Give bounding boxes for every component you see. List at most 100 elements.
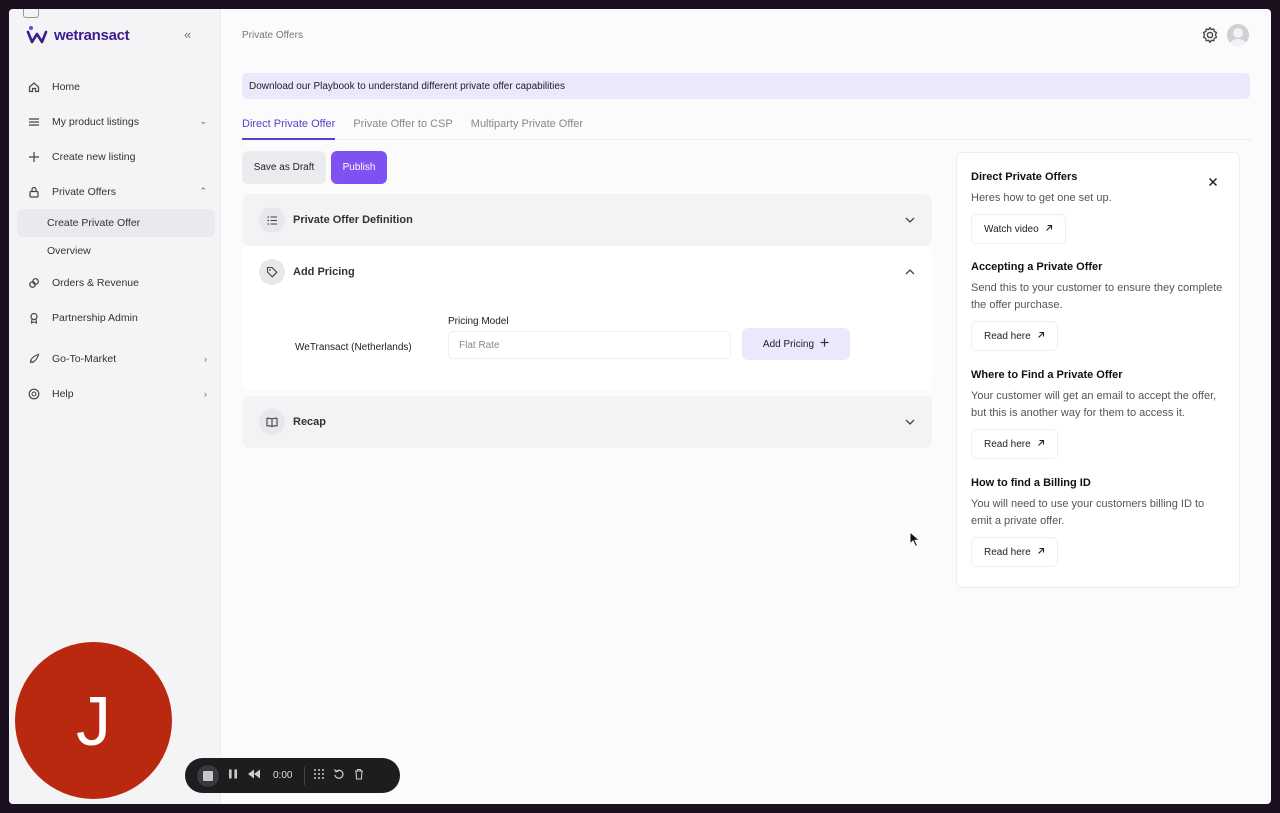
chevron-down-icon[interactable]	[904, 213, 916, 231]
help-section-billing-id: How to find a Billing ID You will need t…	[971, 477, 1227, 567]
recording-time: 0:00	[273, 770, 293, 781]
read-here-button[interactable]: Read here	[971, 321, 1058, 351]
chevron-down-icon: ⌄	[199, 116, 207, 126]
help-intro: Direct Private Offers Heres how to get o…	[971, 171, 1227, 244]
section-title: Private Offer Definition	[293, 214, 413, 226]
list-icon	[259, 207, 285, 233]
restart-icon[interactable]	[333, 767, 345, 785]
sidebar-item-home[interactable]: Home	[17, 69, 215, 104]
sidebar-subitem-overview[interactable]: Overview	[17, 237, 215, 265]
save-draft-button[interactable]: Save as Draft	[242, 151, 326, 184]
chevron-up-icon: ⌃	[199, 186, 207, 196]
book-icon	[259, 409, 285, 435]
sidebar-item-orders-revenue[interactable]: Orders & Revenue	[17, 265, 215, 300]
sidebar-item-label: Home	[52, 80, 81, 93]
chevron-down-icon[interactable]	[904, 415, 916, 433]
avatar[interactable]	[1227, 24, 1249, 46]
list-icon	[27, 115, 41, 129]
sidebar-item-go-to-market[interactable]: Go-To-Market ›	[17, 341, 215, 376]
help-section-accepting: Accepting a Private Offer Send this to y…	[971, 261, 1227, 351]
collapse-sidebar-icon[interactable]: «	[184, 27, 191, 42]
logo-text: wetransact	[54, 26, 130, 44]
section-add-pricing[interactable]: Add Pricing	[242, 246, 932, 298]
recorder-initial: J	[76, 681, 111, 760]
read-here-button[interactable]: Read here	[971, 429, 1058, 459]
section-title: Recap	[293, 416, 327, 428]
sidebar-item-label: My product listings	[52, 115, 139, 128]
chevron-right-icon: ›	[204, 353, 207, 364]
tab-direct-private-offer[interactable]: Direct Private Offer	[242, 118, 336, 140]
help-section-text: Your customer will get an email to accep…	[971, 390, 1217, 419]
arrow-up-right-icon	[1037, 439, 1045, 450]
logo[interactable]: wetransact	[26, 25, 130, 45]
sidebar-item-label: Partnership Admin	[52, 311, 138, 324]
sidebar-subitem-label: Overview	[47, 245, 91, 257]
help-icon	[27, 387, 41, 401]
banner-text: Download our Playbook to understand diff…	[249, 80, 565, 92]
app-window: wetransact « Home My product listings ⌄ …	[9, 9, 1271, 804]
read-here-label: Read here	[984, 330, 1031, 342]
help-section-where-to-find: Where to Find a Private Offer Your custo…	[971, 369, 1227, 459]
stop-icon	[203, 770, 213, 781]
help-panel-subtitle: Heres how to get one set up.	[971, 192, 1112, 204]
rewind-icon[interactable]	[247, 767, 261, 785]
chevron-right-icon: ›	[204, 388, 207, 399]
section-private-offer-definition[interactable]: Private Offer Definition	[242, 194, 932, 246]
chevron-up-icon[interactable]	[904, 265, 916, 283]
sidebar-subitem-create-private-offer[interactable]: Create Private Offer	[17, 209, 215, 237]
publish-button[interactable]: Publish	[331, 151, 387, 184]
recording-controls: 0:00	[185, 758, 400, 793]
sidebar-item-label: Go-To-Market	[52, 352, 117, 365]
sidebar-item-private-offers[interactable]: Private Offers ⌃	[17, 174, 215, 209]
add-pricing-button[interactable]: Add Pricing	[742, 328, 850, 360]
help-section-title: Accepting a Private Offer	[971, 261, 1103, 273]
help-section-title: How to find a Billing ID	[971, 477, 1091, 489]
sidebar-item-partnership-admin[interactable]: Partnership Admin	[17, 300, 215, 335]
mouse-cursor-icon	[909, 530, 921, 553]
pricing-model-placeholder: Flat Rate	[459, 339, 500, 351]
main-content: Private Offers Download our Playbook to …	[221, 9, 1271, 804]
playbook-banner[interactable]: Download our Playbook to understand diff…	[242, 73, 1250, 99]
offer-accordion: Private Offer Definition Add Pricing WeT…	[242, 194, 932, 448]
arrow-up-right-icon	[1037, 547, 1045, 558]
breadcrumb[interactable]: Private Offers	[242, 30, 303, 41]
tab-private-offer-to-csp[interactable]: Private Offer to CSP	[353, 118, 452, 140]
section-title: Add Pricing	[293, 266, 355, 278]
plus-icon	[820, 338, 829, 350]
window-tab-icon	[23, 9, 39, 18]
sidebar-item-label: Orders & Revenue	[52, 276, 139, 289]
arrow-up-right-icon	[1045, 224, 1053, 235]
pause-icon[interactable]	[227, 767, 239, 785]
home-icon	[27, 80, 41, 94]
divider	[304, 766, 306, 785]
tab-multiparty-private-offer[interactable]: Multiparty Private Offer	[471, 118, 583, 140]
sidebar-item-my-product-listings[interactable]: My product listings ⌄	[17, 104, 215, 139]
sidebar-item-label: Help	[52, 387, 74, 400]
pricing-body: WeTransact (Netherlands) Pricing Model F…	[242, 298, 932, 390]
grid-icon[interactable]	[313, 767, 325, 785]
help-section-text: Send this to your customer to ensure the…	[971, 282, 1223, 311]
sidebar-item-label: Private Offers	[52, 185, 116, 198]
gear-icon[interactable]	[1201, 26, 1219, 49]
sidebar-item-help[interactable]: Help ›	[17, 376, 215, 411]
arrow-up-right-icon	[1037, 331, 1045, 342]
stop-recording-button[interactable]	[197, 764, 219, 787]
help-panel: Direct Private Offers Heres how to get o…	[956, 152, 1240, 588]
sidebar-nav: Home My product listings ⌄ Create new li…	[17, 69, 215, 411]
pricing-model-input[interactable]: Flat Rate	[448, 331, 731, 359]
help-section-title: Where to Find a Private Offer	[971, 369, 1123, 381]
sidebar-item-create-new-listing[interactable]: Create new listing	[17, 139, 215, 174]
rocket-icon	[27, 352, 41, 366]
read-here-button[interactable]: Read here	[971, 537, 1058, 567]
sidebar-item-label: Create new listing	[52, 150, 136, 163]
pricing-model-label: Pricing Model	[448, 316, 509, 327]
lock-icon	[27, 185, 41, 199]
section-recap[interactable]: Recap	[242, 396, 932, 448]
read-here-label: Read here	[984, 438, 1031, 450]
add-pricing-label: Add Pricing	[762, 338, 815, 350]
help-panel-title: Direct Private Offers	[971, 171, 1078, 183]
watch-video-button[interactable]: Watch video	[971, 214, 1066, 244]
watch-video-label: Watch video	[984, 223, 1039, 235]
wetransact-logo-icon	[26, 26, 48, 44]
trash-icon[interactable]	[353, 767, 365, 785]
